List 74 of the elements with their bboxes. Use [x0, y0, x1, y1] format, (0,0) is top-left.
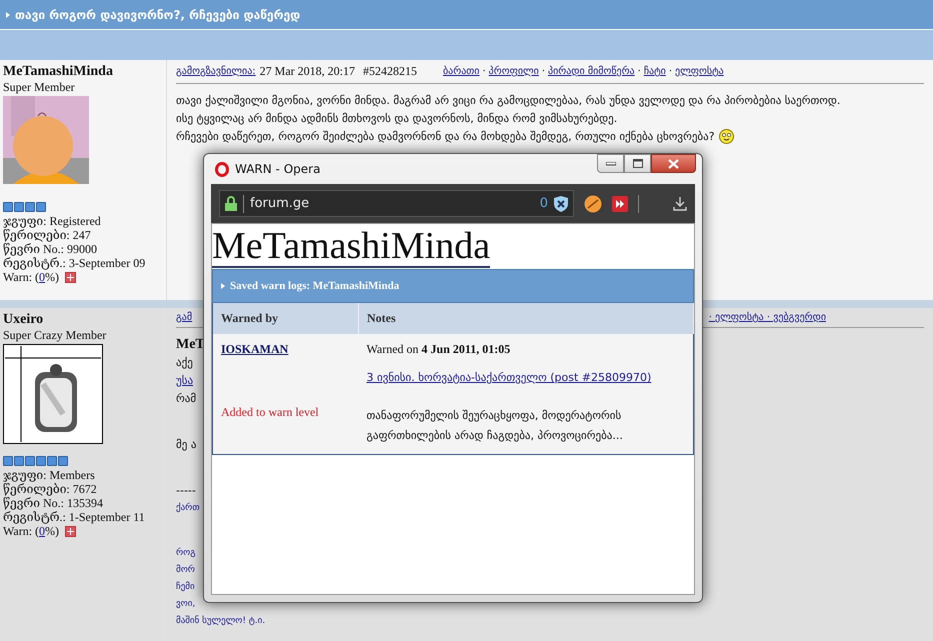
signature-text: ქართ: [176, 502, 200, 515]
window-title: WARN - Opera: [235, 162, 320, 176]
extension-icon[interactable]: [584, 194, 602, 212]
profile-link[interactable]: პირადი მიმოწერა: [548, 66, 635, 77]
post-number: #52428215: [363, 64, 417, 79]
sent-label-link[interactable]: გამ: [176, 312, 192, 323]
warn-action: Added to warn level: [221, 405, 320, 420]
signature-text: ჩემი: [176, 580, 195, 594]
close-icon: [668, 158, 679, 168]
warn-link[interactable]: 0: [39, 270, 46, 284]
warn-level: Warn: (0%): [3, 270, 60, 284]
topic-title: თავი როგორ დავივორნო?, რჩევები დაწერედ: [15, 8, 300, 22]
profile-link[interactable]: · ელფოსტა · ვებგვერდი: [708, 312, 826, 323]
author-name: Uxeiro: [3, 312, 44, 328]
profile-link[interactable]: ჩატი: [644, 66, 666, 77]
link-separator: ·: [668, 66, 672, 77]
blocked-count: 0: [540, 196, 548, 211]
post-date: 27 Mar 2018, 20:17: [260, 64, 355, 79]
post-text: თავი ქალიშვილი მგონია, ვორნი მინდა. მაგრამ არ ვიცი რა გამოცდილებაა, რას უნდა ველოდე და რა პირობებია საერთოდ.: [176, 94, 840, 107]
post-text: მე ა: [176, 437, 196, 453]
lock-icon: [225, 196, 237, 211]
maximize-icon: [632, 159, 642, 168]
arrow-icon: [6, 12, 10, 18]
member-info: წევრი No.: 99000: [3, 242, 98, 256]
member-rank: Super Member: [3, 80, 76, 94]
post-text: რამ: [176, 391, 196, 407]
member-rank: Super Crazy Member: [3, 328, 108, 342]
post-text: ისე ტყვილაც არ მინდა ადმინს მთხოვოს და დავორნოს, მინდა რომ ვიმსახურებდე.: [176, 112, 618, 125]
plus-icon[interactable]: [65, 272, 76, 282]
signature-text: მაშინ სულელო! ტ.ი.: [176, 614, 266, 628]
plus-icon[interactable]: [65, 526, 76, 536]
minimize-button[interactable]: [597, 154, 624, 173]
minimize-icon: [606, 162, 616, 166]
smiley-icon: [718, 129, 734, 144]
signature-text: ვოი,: [176, 598, 196, 611]
member-info: ჯგუფი: Registered: [3, 214, 102, 228]
warn-link[interactable]: 0: [39, 524, 46, 538]
warn-note: თანაფორუმელის შეურაცხყოფა, მოდერატორის გაფრთხილების არად ჩაგდება, პროვოცირება...: [366, 408, 624, 444]
close-button[interactable]: [651, 154, 696, 173]
warn-date: Warned on 4 Jun 2011, 01:05: [366, 342, 512, 357]
signature-text: როგ: [176, 546, 196, 560]
section-title: Saved warn logs: MeTamashiMinda: [230, 280, 400, 292]
member-info: წერილები: 7672: [3, 482, 98, 496]
download-icon[interactable]: [673, 196, 687, 211]
link-separator: ·: [482, 66, 486, 77]
member-info: ჯგუფი: Members: [3, 468, 96, 482]
post-link[interactable]: 3 ივნისი. ხორვატია-საქართველო (post #25809970): [366, 371, 685, 384]
member-info: წერილები: 247: [3, 228, 92, 242]
shield-icon[interactable]: [554, 196, 568, 212]
member-info: წევრი No.: 135394: [3, 496, 104, 510]
sent-label-link[interactable]: გამოგზავნილია:: [176, 66, 256, 77]
column-header: Notes: [358, 303, 694, 334]
fast-forward-icon[interactable]: [612, 196, 628, 212]
arrow-icon: [221, 283, 225, 289]
profile-link[interactable]: პროფილი: [488, 66, 539, 77]
post-text: -----: [176, 483, 196, 499]
post-text: რჩევები დაწერეთ, როგორ შეიძლება დამვორნონ და რა მოხდება შემდეგ, რთული იქნება ცხოვრება?: [176, 130, 715, 143]
maximize-button[interactable]: [624, 154, 651, 173]
profile-link[interactable]: ელფოსტა: [675, 66, 724, 77]
link-separator: ·: [638, 66, 641, 77]
member-info: რეგისტრ.: 1-September 11: [3, 510, 146, 524]
post-text: აქე: [176, 355, 193, 371]
warn-level: Warn: (0%): [3, 524, 60, 538]
author-name: MeTamashiMinda: [3, 64, 114, 80]
profile-link[interactable]: ბარათი: [443, 66, 480, 77]
quote-author: MeT: [176, 336, 205, 354]
member-info: რეგისტრ.: 3-September 09: [3, 256, 146, 270]
moderator-link[interactable]: IOSKAMAN: [221, 342, 288, 356]
post-link[interactable]: უსა: [176, 374, 194, 387]
link-separator: ·: [542, 66, 546, 77]
opera-icon: [215, 162, 229, 176]
column-header: Warned by: [212, 303, 358, 334]
address-field[interactable]: forum.ge 0: [219, 190, 574, 217]
signature-text: მორ: [176, 564, 195, 577]
